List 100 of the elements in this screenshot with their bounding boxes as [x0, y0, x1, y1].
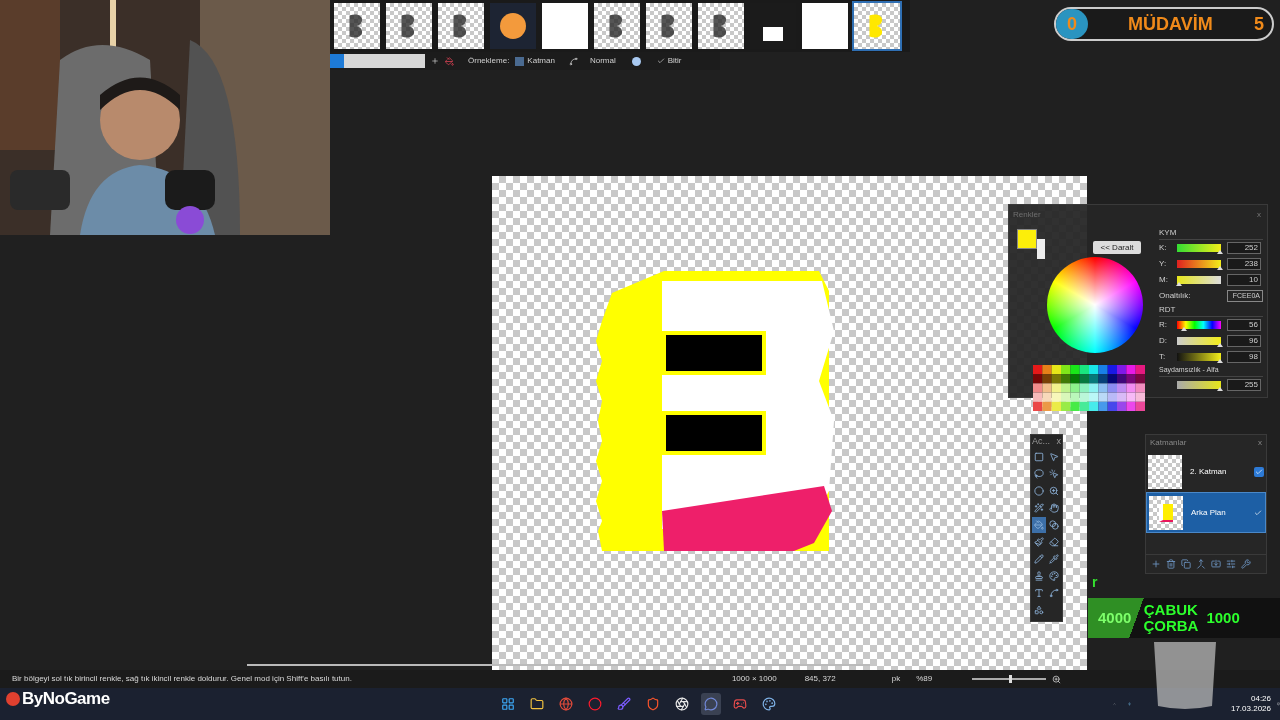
zoom-in-icon[interactable]: [1052, 674, 1062, 684]
color-slider[interactable]: [1177, 353, 1221, 361]
slider-thumb[interactable]: [1216, 359, 1223, 363]
layer-name: Arka Plan: [1191, 506, 1227, 519]
palette-drawing[interactable]: [1033, 365, 1145, 411]
slider-thumb[interactable]: [1009, 675, 1013, 683]
channel-label: R:: [1159, 319, 1168, 331]
ellipse-tool[interactable]: [1032, 483, 1046, 499]
wand-icon: [1034, 503, 1044, 513]
layer-thumbnail: [1149, 495, 1183, 530]
number-field[interactable]: 252: [1227, 242, 1261, 254]
line-icon: [1049, 588, 1059, 598]
image-canvas[interactable]: [492, 176, 1087, 670]
check-icon: [656, 57, 665, 65]
flood-mode-icon[interactable]: [631, 56, 641, 66]
close-button[interactable]: x: [1255, 209, 1263, 221]
channel-label: K:: [1159, 242, 1168, 254]
sampling-label: Örnekleme:: [468, 55, 510, 67]
goal-title: ÇABUK: [1143, 602, 1198, 618]
document-thumbnail[interactable]: [386, 3, 432, 49]
number-field[interactable]: 96: [1227, 335, 1261, 347]
delete-layer-button[interactable]: [1165, 558, 1177, 570]
slider-thumb[interactable]: [1216, 386, 1223, 391]
layer-row[interactable]: Arka Plan: [1146, 492, 1266, 533]
import-layer-button[interactable]: [1210, 558, 1222, 570]
finish-button[interactable]: Bitir: [656, 55, 682, 67]
channel-label: D:: [1159, 335, 1168, 347]
visibility-checkbox[interactable]: [1254, 466, 1264, 477]
slider-thumb[interactable]: [1216, 343, 1223, 347]
collapse-button[interactable]: << Daralt: [1093, 241, 1141, 254]
gradient-tool[interactable]: [1047, 517, 1061, 533]
tolerance-slider[interactable]: [330, 54, 425, 68]
close-button[interactable]: x: [1258, 437, 1262, 449]
visibility-checkbox[interactable]: [1253, 507, 1263, 518]
brush-icon: [1034, 537, 1044, 547]
properties-layer-button[interactable]: [1225, 558, 1237, 570]
slider-thumb[interactable]: [1181, 327, 1188, 331]
pan-tool[interactable]: [1047, 500, 1061, 516]
settings-layer-button[interactable]: [1240, 558, 1252, 570]
add-icon[interactable]: [431, 57, 439, 65]
section-heading: KYM: [1159, 227, 1263, 240]
scrollbar[interactable]: [247, 664, 870, 666]
number-field[interactable]: 238: [1227, 258, 1261, 270]
goal-end: 1000: [1206, 607, 1240, 628]
blend-mode-dropdown[interactable]: Normal: [589, 55, 616, 67]
microphone-icon[interactable]: [1128, 699, 1131, 709]
zoom-value: %89: [916, 673, 933, 685]
document-thumbnail[interactable]: [802, 3, 848, 49]
secondary-color-swatch[interactable]: [1037, 239, 1045, 259]
unit-dropdown[interactable]: pk: [891, 673, 901, 685]
badge-title: MÜDAVİM: [1128, 12, 1213, 36]
close-button[interactable]: x: [1056, 435, 1061, 447]
stamp-tool[interactable]: [1032, 568, 1046, 584]
document-thumbnail[interactable]: [438, 3, 484, 49]
number-field[interactable]: 255: [1227, 378, 1261, 391]
goal-title: ÇORBA: [1143, 618, 1199, 634]
document-thumbnail[interactable]: [490, 3, 536, 49]
document-thumbnail[interactable]: [698, 3, 744, 49]
ellipse-icon: [1034, 486, 1044, 496]
alpha-slider[interactable]: [1177, 380, 1221, 389]
slider-thumb[interactable]: [1216, 266, 1223, 270]
add-layer-button[interactable]: [1150, 558, 1162, 570]
color-slider[interactable]: [1177, 244, 1221, 252]
sampling-dropdown[interactable]: Katman: [515, 55, 555, 67]
recolor-icon: [1049, 571, 1059, 581]
clock-time: 04:26: [1251, 694, 1271, 704]
color-slider[interactable]: [1177, 321, 1221, 329]
section-heading: RDT: [1159, 304, 1263, 317]
document-thumbnail[interactable]: [334, 3, 380, 49]
number-field[interactable]: 98: [1227, 351, 1261, 363]
stamp-icon: [1034, 571, 1044, 581]
text-icon: [1034, 588, 1044, 598]
layer-row[interactable]: 2. Katman: [1146, 451, 1266, 492]
merge-layer-button[interactable]: [1195, 558, 1207, 570]
slider-thumb[interactable]: [1175, 282, 1182, 286]
color-slider[interactable]: [1177, 260, 1221, 268]
duplicate-layer-button[interactable]: [1180, 558, 1192, 570]
badge-level: 0: [1056, 9, 1088, 39]
primary-color-swatch[interactable]: [1017, 229, 1037, 249]
picker-tool[interactable]: [1047, 551, 1061, 567]
eraser-icon: [1049, 537, 1059, 547]
number-field[interactable]: 10: [1227, 274, 1261, 286]
brush-tool[interactable]: [1032, 534, 1046, 550]
document-thumbnail[interactable]: [542, 3, 588, 49]
status-hint: Bir bölgeyi sol tık birincil renkle, sağ tık ikincil renkle doldurur. Genel mod için Shift'e basılı tutun.: [11, 673, 352, 685]
fill-mode-icon[interactable]: [445, 56, 454, 66]
gradient-icon: [1049, 520, 1059, 530]
pencil-tool[interactable]: [1032, 551, 1046, 567]
document-thumbnail[interactable]: [646, 3, 692, 49]
color-slider[interactable]: [1177, 276, 1221, 284]
document-thumbnail[interactable]: [594, 3, 640, 49]
color-slider[interactable]: [1177, 337, 1221, 345]
pan-icon: [1049, 503, 1059, 513]
cup-drawing: [1152, 642, 1218, 710]
document-thumbnail[interactable]: [854, 3, 900, 49]
slider-thumb[interactable]: [1216, 250, 1223, 254]
number-field[interactable]: 56: [1227, 319, 1261, 331]
lasso-tool[interactable]: [1032, 466, 1046, 482]
recolor-tool[interactable]: [1047, 568, 1061, 584]
wand-tool[interactable]: [1032, 500, 1046, 516]
